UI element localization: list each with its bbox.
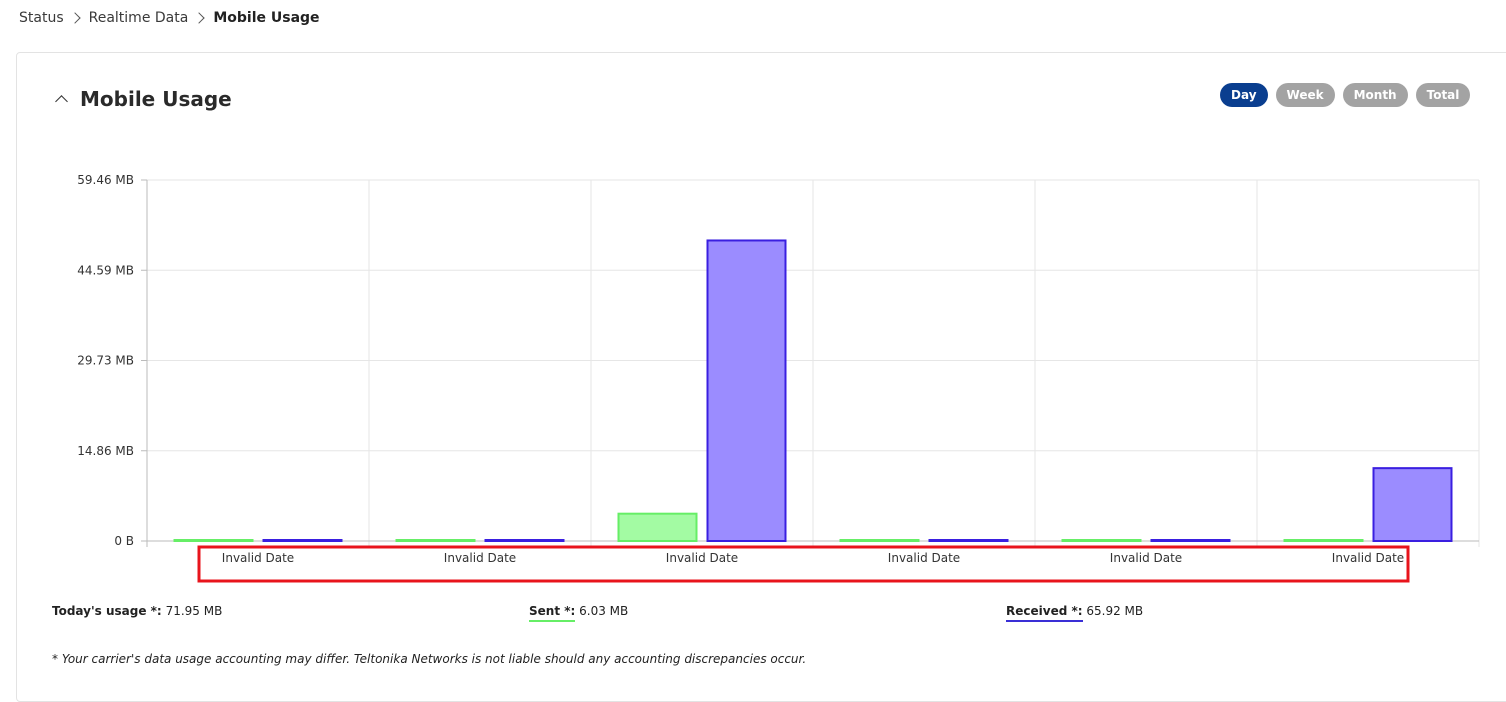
x-tick-label: Invalid Date bbox=[1332, 551, 1404, 565]
sent-label: Sent *: bbox=[529, 604, 576, 622]
y-tick-label: 0 B bbox=[114, 534, 134, 548]
bar-sent bbox=[839, 539, 920, 542]
y-tick-label: 59.46 MB bbox=[77, 173, 134, 187]
bar-received bbox=[262, 539, 343, 542]
y-tick-label: 44.59 MB bbox=[77, 263, 134, 277]
bar-sent bbox=[395, 539, 476, 542]
bar-sent bbox=[617, 512, 698, 543]
x-tick-label: Invalid Date bbox=[222, 551, 294, 565]
highlight-box bbox=[197, 545, 1410, 583]
bar-sent bbox=[173, 539, 254, 542]
bar-received bbox=[1372, 467, 1453, 542]
bar-received bbox=[484, 539, 565, 542]
bar-received bbox=[928, 539, 1009, 542]
y-tick-label: 14.86 MB bbox=[77, 444, 134, 458]
usage-disclaimer: * Your carrier's data usage accounting m… bbox=[52, 652, 807, 666]
sent-summary: Sent *: 6.03 MB bbox=[529, 604, 628, 624]
bar-received bbox=[706, 239, 787, 542]
bar-sent bbox=[1061, 539, 1142, 542]
today-usage-value: 71.95 MB bbox=[165, 604, 223, 618]
today-usage-summary: Today's usage *: 71.95 MB bbox=[52, 604, 222, 624]
received-value: 65.92 MB bbox=[1086, 604, 1144, 618]
received-summary: Received *: 65.92 MB bbox=[1006, 604, 1143, 624]
x-tick-label: Invalid Date bbox=[444, 551, 516, 565]
today-usage-label: Today's usage *: bbox=[52, 604, 162, 618]
usage-bar-chart: 0 B 14.86 MB 29.73 MB 44.59 MB 59.46 MB Inval… bbox=[77, 173, 1480, 583]
bar-sent bbox=[1283, 539, 1364, 542]
received-label: Received *: bbox=[1006, 604, 1083, 622]
x-tick-label: Invalid Date bbox=[1110, 551, 1182, 565]
bar-received bbox=[1150, 539, 1231, 542]
x-tick-label: Invalid Date bbox=[666, 551, 738, 565]
x-tick-label: Invalid Date bbox=[888, 551, 960, 565]
y-tick-label: 29.73 MB bbox=[77, 354, 134, 368]
sent-value: 6.03 MB bbox=[579, 604, 629, 618]
